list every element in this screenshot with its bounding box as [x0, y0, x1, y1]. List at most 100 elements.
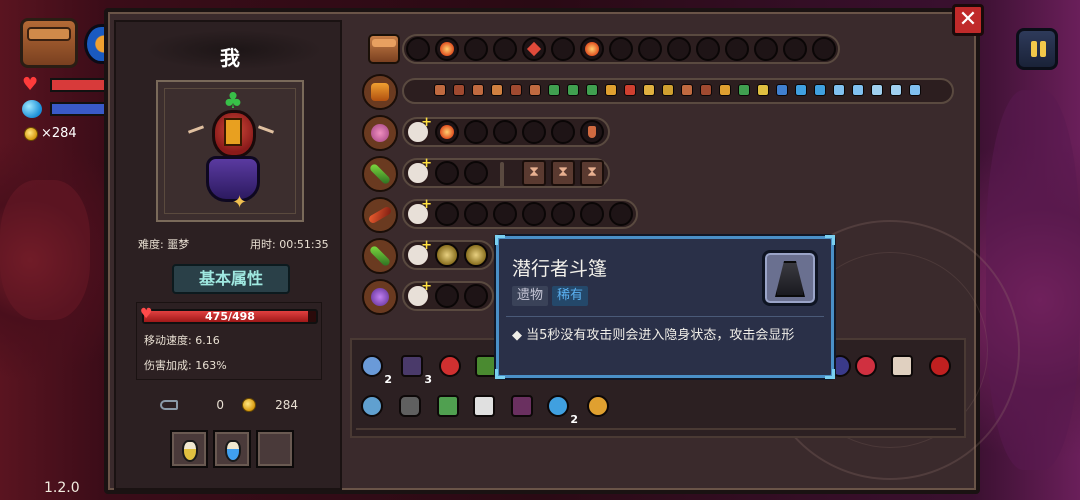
upgrade-mini-icon [795, 84, 807, 96]
ability-slot-empty [464, 37, 488, 61]
blue-potion-icon [225, 440, 241, 462]
relic-icon[interactable] [926, 352, 954, 380]
ability-slot-empty [725, 37, 749, 61]
relic-icon[interactable] [470, 392, 498, 420]
relic-icon[interactable] [436, 352, 464, 380]
relic-icon[interactable] [852, 352, 880, 380]
relic-icon[interactable]: 3 [398, 352, 432, 386]
ability-slot-filled [522, 37, 546, 61]
upgrade-mini-icon [681, 84, 693, 96]
ability-slot-empty [522, 120, 546, 144]
upgrade-mini-icon [472, 84, 484, 96]
relic-count: 2 [384, 373, 392, 386]
upgrade-mini-icon [814, 84, 826, 96]
background-blob [0, 180, 90, 320]
tooltip-divider [506, 316, 824, 317]
potion-slot-2[interactable] [213, 430, 251, 468]
damage-bonus-stat: 伤害加成: 163% [144, 359, 227, 372]
relic-icon[interactable] [434, 392, 462, 420]
tooltip-corner [495, 369, 505, 379]
ability-slot-empty [667, 37, 691, 61]
relic-icon[interactable] [888, 352, 916, 380]
ability-slot-empty [435, 202, 459, 226]
ability-slot-empty [551, 202, 575, 226]
upgrade-mini-icon [852, 84, 864, 96]
book-weapon-icon[interactable] [362, 74, 398, 110]
relic-icon[interactable] [584, 392, 612, 420]
potion-slot-1[interactable] [170, 430, 208, 468]
tooltip-corner [825, 369, 835, 379]
hero-arrow [257, 125, 275, 134]
hp-value: 475/498 [205, 310, 255, 323]
relic-icon[interactable]: 2 [544, 392, 578, 426]
upgrade-mini-icon [624, 84, 636, 96]
coin-count: ×284 [41, 126, 77, 141]
hero-arrow [187, 125, 205, 134]
relic-icon[interactable] [508, 392, 536, 420]
upgrade-mini-icon [491, 84, 503, 96]
ability-slot-empty [609, 202, 633, 226]
relic-icon[interactable] [396, 392, 424, 420]
upgrade-mini-icon [871, 84, 883, 96]
close-button[interactable]: ✕ [952, 4, 984, 36]
pause-button[interactable] [1016, 28, 1058, 70]
tooltip-corner [825, 235, 835, 245]
skull-upgrade-icon [406, 115, 432, 144]
relic-count: 3 [424, 373, 432, 386]
yellow-potion-icon [182, 440, 198, 462]
version-label: 1.2.0 [44, 480, 80, 496]
upgrade-mini-icon [548, 84, 560, 96]
ability-slot-empty [609, 37, 633, 61]
fire-upgrade-icon [435, 120, 459, 144]
player-health-bar: ♥ [22, 76, 120, 94]
skull-upgrade-icon [406, 156, 432, 185]
basic-attributes-button[interactable]: 基本属性 [172, 264, 290, 294]
tooltip-type-tag: 遗物 [512, 286, 549, 306]
chest-icon[interactable] [368, 34, 400, 64]
gold-count: 284 [275, 398, 298, 412]
relic-tray-divider [356, 428, 956, 430]
ability-slot-filled [580, 37, 604, 61]
upgrade-mini-icon [605, 84, 617, 96]
clover-icon: ♣ [223, 89, 243, 114]
upgrade-track-staff [402, 158, 610, 188]
hourglass-icon: ⧗ [580, 160, 604, 186]
ability-slot-empty [435, 161, 459, 185]
relic-count: 2 [570, 413, 578, 426]
relic-icon[interactable]: 2 [358, 352, 392, 386]
ability-slot-empty [464, 284, 488, 308]
ability-slot-empty [464, 202, 488, 226]
staff-weapon-icon[interactable] [362, 156, 398, 192]
flower-weapon-icon[interactable] [362, 115, 398, 151]
relic-icon[interactable] [358, 392, 386, 420]
move-speed-stat: 移动速度: 6.16 [144, 334, 220, 347]
tooltip-rarity-tag: 稀有 [552, 286, 589, 306]
key-count: 0 [216, 398, 224, 412]
mana-icon [22, 100, 42, 118]
upgrade-mini-icon [567, 84, 579, 96]
coin-counter: ×284 [24, 126, 77, 141]
time-label: 用时: 00:51:35 [250, 238, 329, 251]
tooltip-description: ◆ 当5秒没有攻击则会进入隐身状态，攻击会显形 [512, 328, 795, 343]
ability-slot-filled [435, 37, 459, 61]
ability-slot-empty [464, 120, 488, 144]
upgrade-mini-icon [662, 84, 674, 96]
upgrade-mini-icon [434, 84, 446, 96]
tooltip-corner [495, 235, 505, 245]
ability-slot-empty [551, 37, 575, 61]
green-weapon-icon[interactable] [362, 238, 398, 274]
coin-icon [24, 126, 38, 141]
character-portrait: ♣ ✦ [156, 80, 304, 222]
red-weapon-icon[interactable] [362, 197, 398, 233]
coin-icon [242, 398, 256, 412]
upgrade-mini-icon [453, 84, 465, 96]
boot-upgrade-icon [580, 120, 604, 144]
ability-slot-empty [783, 37, 807, 61]
potion-slot-3[interactable] [256, 430, 294, 468]
key-counter: 0 [160, 398, 224, 412]
inventory-chest-icon[interactable] [20, 18, 78, 68]
upgrade-mini-icon [643, 84, 655, 96]
skull-upgrade-icon [406, 279, 432, 308]
purple-weapon-icon[interactable] [362, 279, 398, 315]
ability-slot-empty [696, 37, 720, 61]
